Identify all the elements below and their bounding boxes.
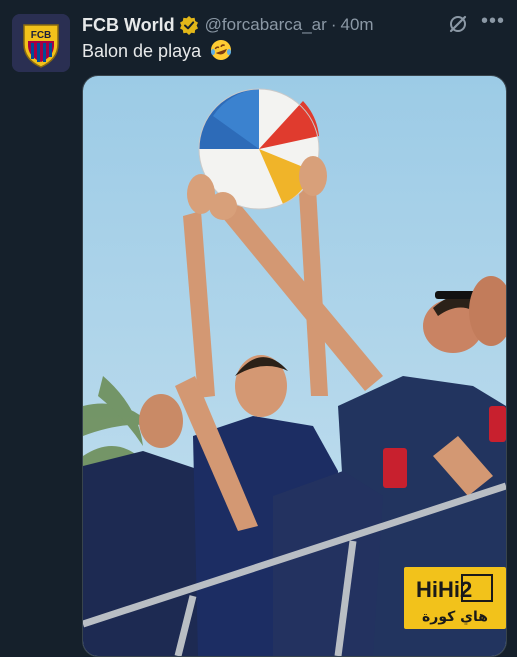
- tweet[interactable]: FCB FCB World @forcabarca_ar · 40m ••• B…: [0, 0, 517, 657]
- tweet-text-content: Balon de playa: [82, 41, 202, 61]
- beach-ball: [198, 88, 320, 210]
- verified-badge-icon: [179, 15, 199, 35]
- timestamp[interactable]: 40m: [340, 15, 373, 35]
- grok-icon[interactable]: [447, 13, 469, 35]
- avatar-text: FCB: [31, 30, 52, 41]
- watermark-arabic: هاي كورة: [422, 609, 488, 626]
- hihi2-watermark: HiHi2 هاي كورة: [404, 567, 506, 629]
- soda-can: [383, 448, 407, 488]
- display-name[interactable]: FCB World: [82, 15, 175, 36]
- user-handle[interactable]: @forcabarca_ar: [205, 15, 327, 35]
- more-options-icon[interactable]: •••: [481, 10, 504, 32]
- tweet-text: Balon de playa: [82, 39, 232, 62]
- tweet-header: FCB World @forcabarca_ar · 40m: [82, 13, 503, 37]
- laughing-emoji-icon: [210, 39, 232, 61]
- separator-dot: ·: [330, 15, 337, 34]
- soda-can-right: [489, 406, 506, 442]
- watermark-brand: HiHi2: [416, 577, 472, 602]
- avatar[interactable]: FCB: [12, 14, 70, 72]
